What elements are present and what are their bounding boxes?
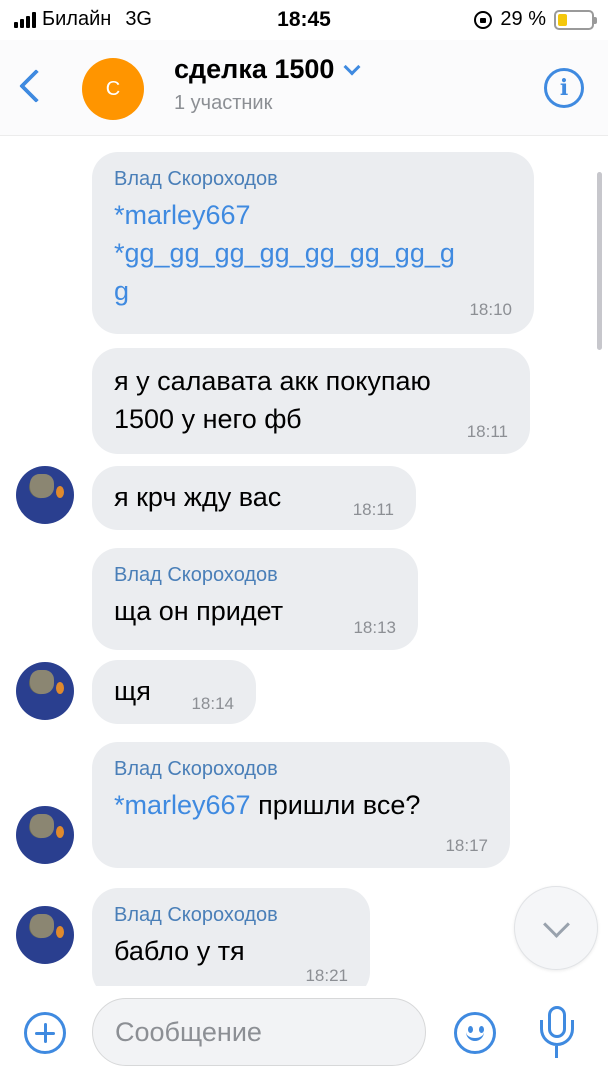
message-time: 18:14 (191, 694, 234, 713)
status-bar: Билайн 3G 18:45 29 % (0, 0, 608, 40)
message-input[interactable] (92, 998, 426, 1066)
chat-subtitle: 1 участник (174, 92, 273, 114)
sender-avatar[interactable] (16, 806, 74, 864)
message-bubble[interactable]: я у салавата акк покупаю 1500 у него фб … (92, 348, 530, 454)
message-time: 18:10 (469, 300, 512, 319)
status-right: 29 % (474, 8, 597, 31)
chat-title[interactable]: сделка 1500 (174, 54, 334, 85)
battery-fill (558, 13, 568, 26)
message-bubble[interactable]: щя 18:14 (92, 660, 256, 724)
message-author: Влад Скороходов (114, 758, 278, 780)
message-author: Влад Скороходов (114, 168, 278, 190)
message-text: пришли все? (250, 790, 421, 820)
scrollbar[interactable] (597, 172, 602, 350)
battery-icon (554, 9, 597, 30)
sender-avatar[interactable] (16, 906, 74, 964)
back-button[interactable] (14, 66, 48, 106)
info-button[interactable]: i (544, 68, 584, 108)
mention-link[interactable]: g (114, 272, 512, 310)
emoji-mouth-icon (466, 1031, 484, 1041)
battery-percent: 29 % (500, 8, 546, 30)
sender-avatar[interactable] (16, 662, 74, 720)
mention-link[interactable]: *marley667 (114, 196, 512, 234)
chat-header: С сделка 1500 1 участник i (0, 40, 608, 136)
message-composer (0, 986, 608, 1080)
message-bubble[interactable]: Влад Скороходов *marley667 пришли все? 1… (92, 742, 510, 868)
scroll-down-button[interactable] (514, 886, 598, 970)
message-time: 18:11 (466, 422, 508, 441)
rotation-lock-icon (474, 10, 493, 29)
mention-link[interactable]: *marley667 (114, 790, 251, 820)
mention-link[interactable]: *gg_gg_gg_gg_gg_gg_gg_g (114, 234, 512, 272)
message-list[interactable]: Влад Скороходов *marley667 *gg_gg_gg_gg_… (0, 136, 608, 986)
emoji-button[interactable] (454, 1012, 496, 1054)
chat-title-row[interactable]: сделка 1500 (174, 54, 361, 85)
message-time: 18:13 (353, 618, 396, 637)
add-attachment-button[interactable] (24, 1012, 66, 1054)
message-text: 1500 у него фб (114, 404, 302, 434)
message-author: Влад Скороходов (114, 564, 278, 586)
sender-avatar[interactable] (16, 466, 74, 524)
message-time: 18:11 (352, 500, 394, 519)
microphone-button[interactable] (538, 1006, 578, 1060)
message-bubble[interactable]: я крч жду вас 18:11 (92, 466, 416, 530)
message-bubble[interactable]: Влад Скороходов ща он придет 18:13 (92, 548, 418, 650)
message-time: 18:21 (305, 966, 348, 985)
message-text: я у салавата акк покупаю (114, 366, 431, 396)
message-author: Влад Скороходов (114, 904, 278, 926)
message-text: бабло у тя (114, 936, 245, 966)
chevron-down-icon[interactable] (343, 58, 361, 75)
chat-avatar[interactable]: С (82, 58, 144, 120)
message-text: я крч жду вас (114, 482, 282, 512)
message-time: 18:17 (445, 836, 488, 855)
message-text: щя (114, 676, 151, 706)
message-bubble[interactable]: Влад Скороходов *marley667 *gg_gg_gg_gg_… (92, 152, 534, 334)
message-bubble[interactable]: Влад Скороходов бабло у тя 18:21 (92, 888, 370, 986)
